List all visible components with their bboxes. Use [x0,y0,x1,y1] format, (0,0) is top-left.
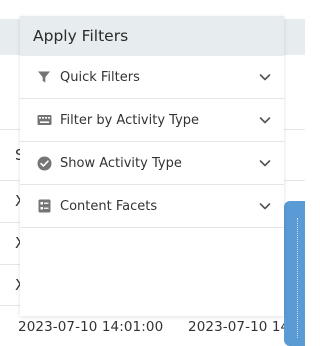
filter-item-label: Content Facets [60,198,158,214]
page: S X X X 2023-07-10 14:01:00 2023-07-10 1… [0,0,305,346]
panel-title: Apply Filters [20,16,284,56]
filter-item-content-facets[interactable]: Content Facets [20,185,284,228]
chevron-down-icon [259,117,271,124]
filter-item-label: Show Activity Type [60,155,182,171]
filter-item-show-activity-type[interactable]: Show Activity Type [20,142,284,185]
filter-item-label: Filter by Activity Type [60,112,200,128]
chevron-down-icon [259,160,271,167]
side-feedback-tab[interactable] [284,201,305,346]
chevron-down-icon [259,74,271,81]
chevron-down-icon [259,203,271,210]
filter-item-activity-type[interactable]: Filter by Activity Type [20,99,284,142]
timestamp-cell: 2023-07-10 14:01:00 [18,319,164,335]
keyboard-icon [36,112,52,128]
check-circle-icon [36,155,52,171]
filter-item-label: Quick Filters [60,69,140,85]
filter-item-quick-filters[interactable]: Quick Filters [20,56,284,99]
apply-filters-panel: Apply Filters Quick Filters Filter by Ac… [20,16,284,316]
side-tab-text-marks [297,218,299,338]
funnel-icon [36,69,52,85]
facets-icon [36,198,52,214]
